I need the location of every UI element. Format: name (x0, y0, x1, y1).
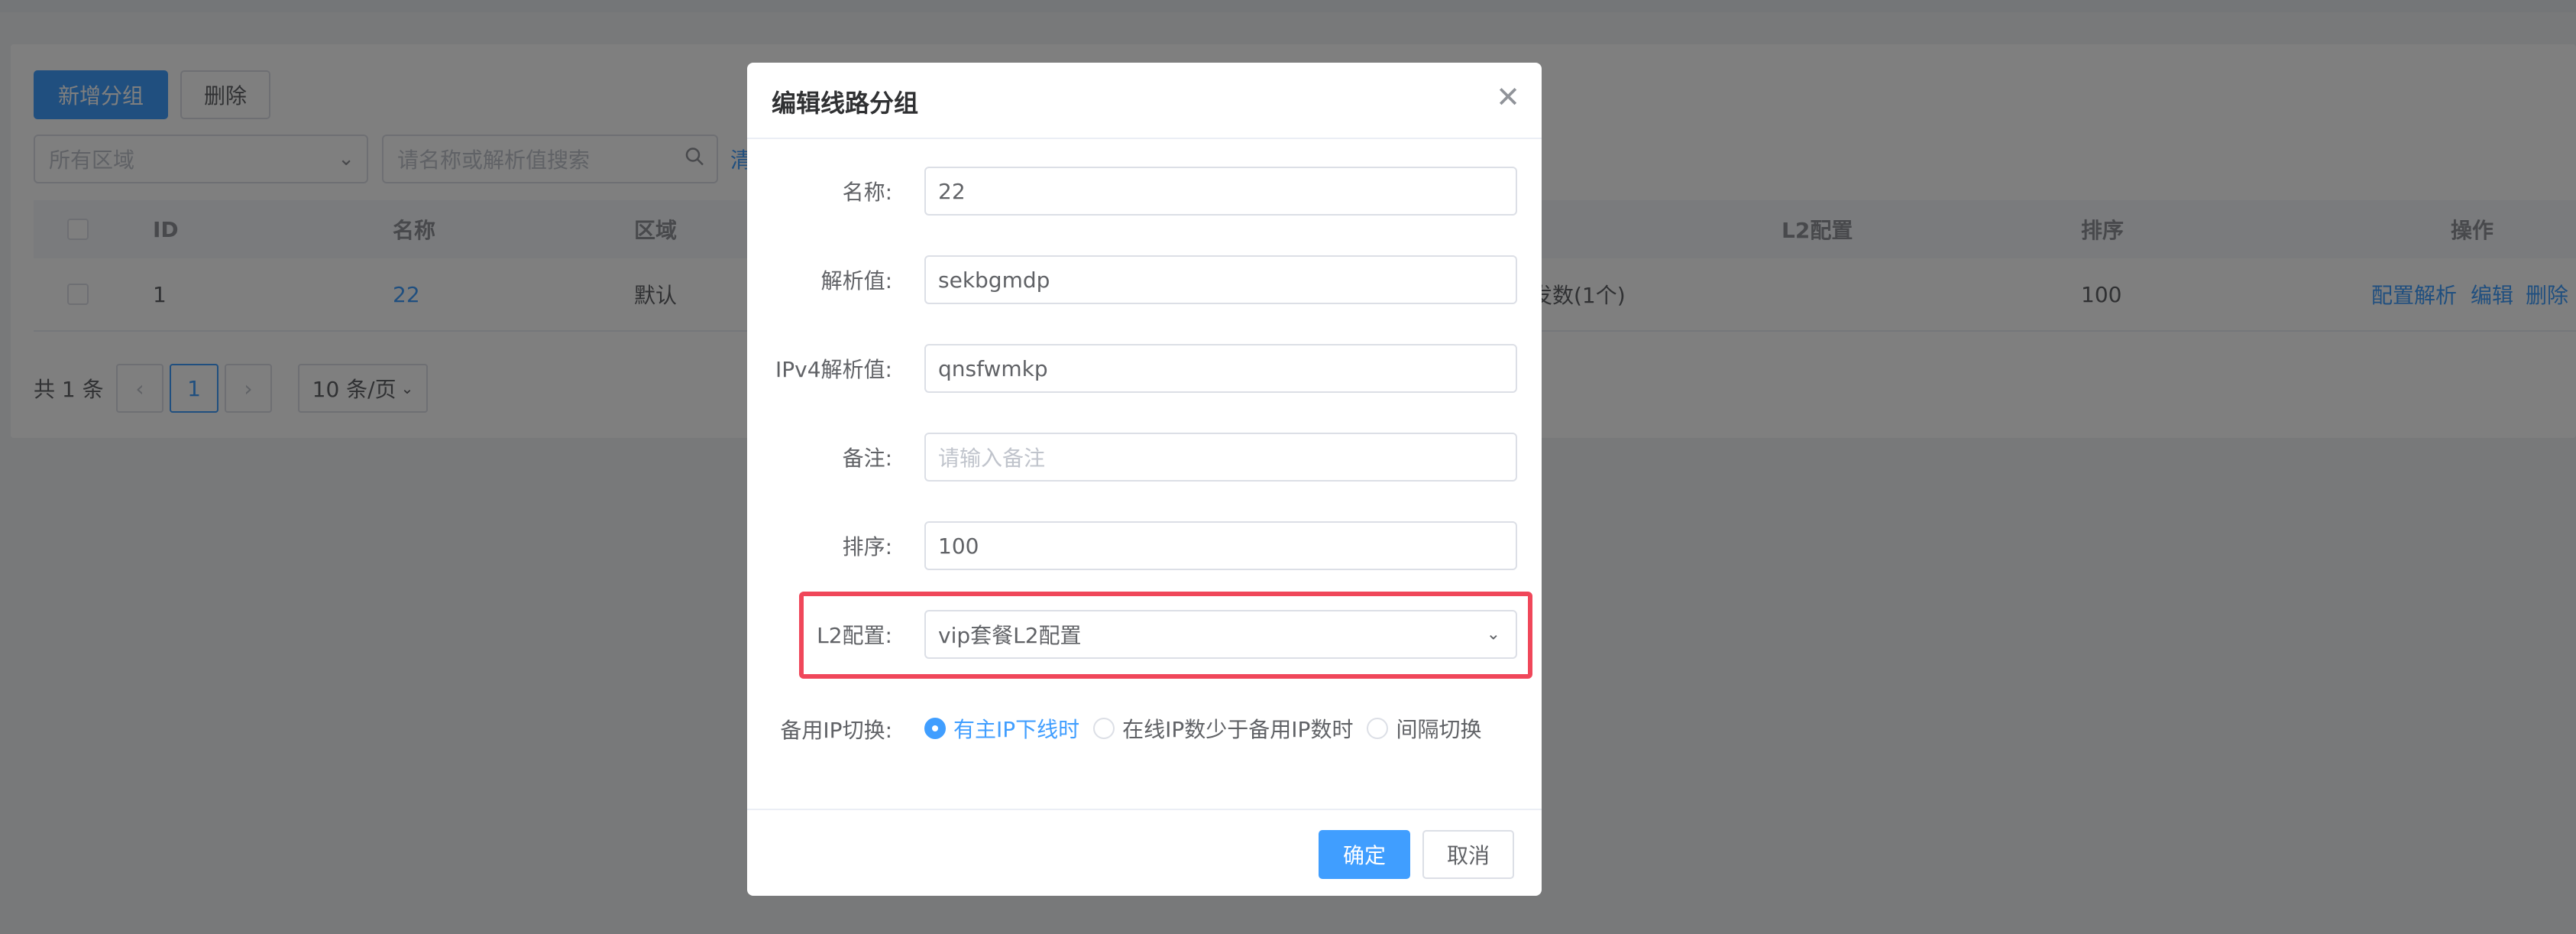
chevron-down-icon: ⌄ (1486, 624, 1500, 644)
sort-label: 排序: (842, 534, 892, 559)
name-label: 名称: (842, 180, 892, 205)
radio-label: 有主IP下线时 (953, 717, 1080, 742)
name-input[interactable]: 22 (924, 167, 1517, 216)
confirm-button[interactable]: 确定 (1319, 830, 1410, 879)
dialog-header-divider (747, 138, 1542, 139)
radio-label: 间隔切换 (1396, 717, 1482, 742)
dialog-title: 编辑线路分组 (772, 89, 919, 118)
remark-input[interactable]: 请输入备注 (924, 433, 1517, 482)
backup-ip-label: 备用IP切换: (780, 718, 892, 743)
edit-route-group-dialog: 编辑线路分组 ✕ 名称: 22 解析值: sekbgmdp IPv4解析值: q… (747, 63, 1542, 896)
radio-unchecked-icon (1093, 718, 1115, 739)
remark-label: 备注: (842, 446, 892, 471)
radio-unchecked-icon (1367, 718, 1389, 739)
l2-config-value: vip套餐L2配置 (938, 623, 1082, 648)
radio-option-main-ip-offline[interactable]: 有主IP下线时 (924, 713, 1079, 744)
radio-checked-icon (924, 718, 946, 739)
radio-option-interval-switch[interactable]: 间隔切换 (1367, 713, 1481, 744)
dialog-footer-divider (747, 809, 1542, 810)
l2-config-select[interactable]: vip套餐L2配置 ⌄ (924, 610, 1517, 659)
ipv4-label: IPv4解析值: (775, 357, 892, 382)
radio-label: 在线IP数少于备用IP数时 (1122, 717, 1354, 742)
backup-ip-radio-group: 有主IP下线时 在线IP数少于备用IP数时 间隔切换 (924, 709, 1495, 748)
resolve-input[interactable]: sekbgmdp (924, 255, 1517, 304)
ipv4-input[interactable]: qnsfwmkp (924, 344, 1517, 393)
sort-input[interactable]: 100 (924, 521, 1517, 570)
radio-option-online-ip-less[interactable]: 在线IP数少于备用IP数时 (1093, 713, 1353, 744)
l2-label: L2配置: (817, 623, 892, 648)
close-icon[interactable]: ✕ (1496, 83, 1520, 112)
resolve-label: 解析值: (820, 268, 892, 293)
cancel-button[interactable]: 取消 (1422, 830, 1514, 879)
